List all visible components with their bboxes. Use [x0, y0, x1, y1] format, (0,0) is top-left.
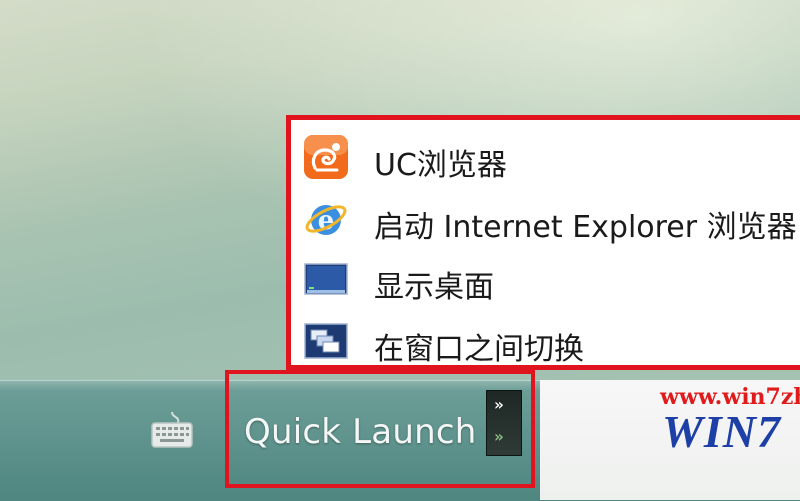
- switch-windows-icon: [303, 318, 349, 364]
- menu-item-label: 显示桌面: [374, 270, 494, 305]
- quick-launch-toolbar-label[interactable]: Quick Launch: [244, 412, 476, 452]
- menu-item-internet-explorer[interactable]: e 启动 Internet Explorer 浏览器: [291, 190, 800, 248]
- menu-item-label: UC浏览器: [374, 148, 507, 183]
- quick-launch-menu: UC浏览器 e 启动 Internet Explorer 浏览器 显示桌面 在窗…: [291, 120, 800, 365]
- internet-explorer-icon: e: [303, 196, 349, 242]
- quick-launch-chevron-button[interactable]: » »: [486, 390, 522, 456]
- show-desktop-icon: [303, 256, 349, 302]
- watermark-logo: WIN7: [662, 406, 782, 457]
- chevron-right-icon-secondary: »: [494, 427, 504, 446]
- menu-item-switch-windows[interactable]: 在窗口之间切换: [291, 312, 800, 365]
- keyboard-icon[interactable]: [150, 410, 194, 450]
- menu-item-show-desktop[interactable]: 显示桌面: [291, 250, 800, 308]
- uc-browser-icon: [303, 134, 349, 180]
- menu-item-label: 启动 Internet Explorer 浏览器: [374, 210, 797, 245]
- menu-item-uc-browser[interactable]: UC浏览器: [291, 128, 800, 186]
- chevron-right-icon: »: [494, 395, 504, 414]
- menu-item-label: 在窗口之间切换: [374, 332, 584, 365]
